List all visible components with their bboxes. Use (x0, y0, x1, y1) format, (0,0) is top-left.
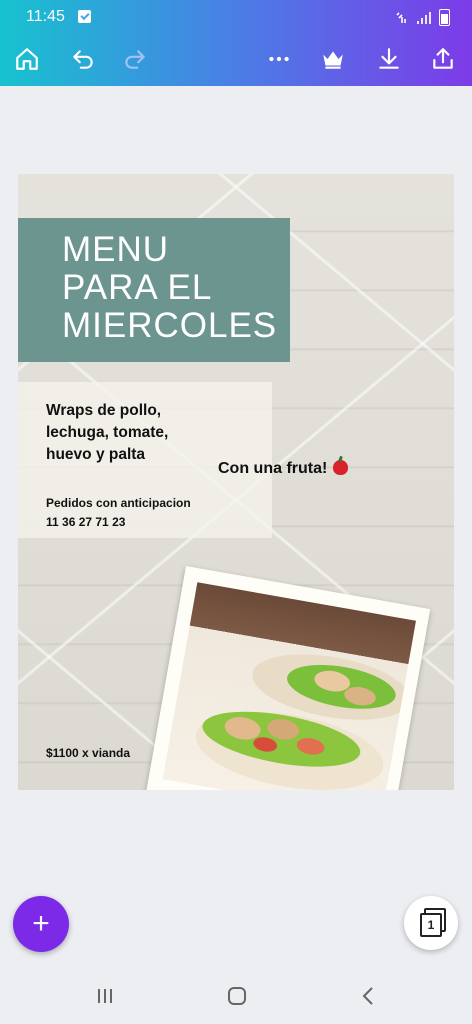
status-bar: 11:45 (0, 0, 472, 34)
home-icon (16, 48, 38, 70)
design-canvas[interactable]: MENU PARA EL MIERCOLES Wraps de pollo, l… (18, 174, 454, 790)
wrap-photo (162, 582, 416, 790)
home-nav-button[interactable] (225, 984, 249, 1008)
pages-button[interactable]: 1 (404, 896, 458, 950)
more-options-button[interactable] (262, 42, 296, 76)
home-button[interactable] (10, 42, 44, 76)
fruit-note[interactable]: Con una fruta! (218, 460, 349, 478)
recent-apps-button[interactable] (93, 984, 117, 1008)
top-app-bar: 11:45 (0, 0, 472, 86)
undo-button[interactable] (66, 42, 100, 76)
download-button[interactable] (372, 42, 406, 76)
page-count: 1 (420, 913, 442, 937)
title-block[interactable]: MENU PARA EL MIERCOLES (18, 218, 290, 362)
title-line-1: MENU (62, 230, 170, 269)
dish-line-2: lechuga, tomate, (46, 424, 169, 441)
wrap-image (195, 654, 411, 790)
title-line-2: PARA EL (62, 268, 213, 307)
home-circle-icon (228, 987, 246, 1005)
price-label[interactable]: $1100 x vianda (46, 746, 130, 760)
redo-button[interactable] (118, 42, 152, 76)
undo-icon (73, 50, 93, 69)
orders-phone: 11 36 27 71 23 (46, 515, 126, 529)
title-line-3: MIERCOLES (62, 306, 278, 345)
signal-icon (417, 11, 431, 24)
back-icon (362, 987, 373, 1005)
plus-icon: + (32, 907, 50, 940)
status-time: 11:45 (26, 8, 65, 25)
fruit-text: Con una fruta! (218, 460, 328, 477)
more-icon (269, 56, 289, 62)
status-icons (395, 9, 450, 26)
dish-line-3: huevo y palta (46, 446, 146, 463)
share-icon (433, 48, 453, 69)
back-button[interactable] (357, 984, 381, 1008)
download-icon (379, 48, 399, 69)
system-nav-bar (0, 966, 472, 1024)
recent-apps-icon (98, 989, 112, 1003)
notification-icon (78, 10, 91, 23)
apple-icon (333, 460, 349, 475)
add-element-button[interactable]: + (13, 896, 69, 952)
battery-icon (439, 9, 450, 26)
orders-label: Pedidos con anticipacion (46, 496, 191, 510)
orders-info[interactable]: Pedidos con anticipacion 11 36 27 71 23 (46, 494, 191, 532)
editor-toolbar (0, 36, 472, 82)
dish-description[interactable]: Wraps de pollo, lechuga, tomate, huevo y… (46, 400, 168, 466)
crown-icon (323, 51, 343, 69)
dish-line-1: Wraps de pollo, (46, 402, 162, 419)
premium-button[interactable] (316, 42, 350, 76)
wifi-icon (396, 11, 406, 23)
share-button[interactable] (426, 42, 460, 76)
redo-icon (125, 50, 145, 69)
